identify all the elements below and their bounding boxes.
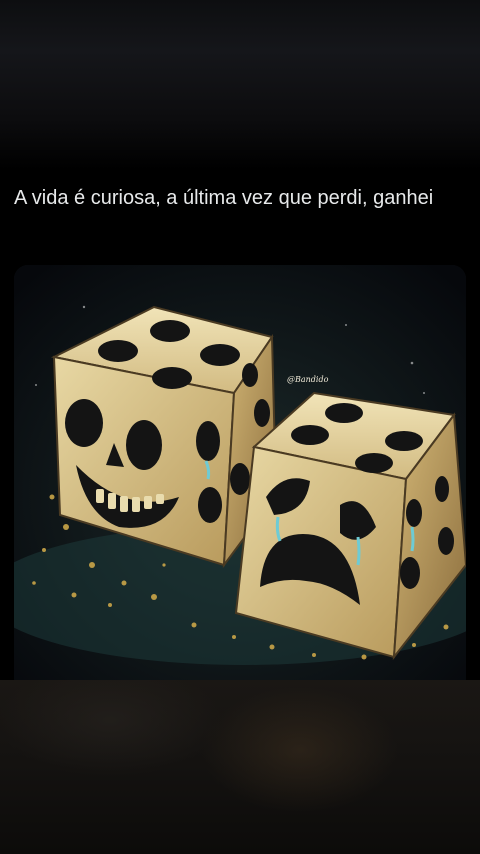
post: A vida é curiosa, a última vez que perdi… xyxy=(0,170,480,680)
image-watermark: @Bandido xyxy=(287,375,329,384)
dice-illustration xyxy=(14,265,466,680)
blurred-header-background xyxy=(0,0,480,170)
post-text: A vida é curiosa, a última vez que perdi… xyxy=(14,187,434,209)
post-image[interactable]: @Bandido xyxy=(14,265,466,680)
blurred-footer-background xyxy=(0,680,480,854)
